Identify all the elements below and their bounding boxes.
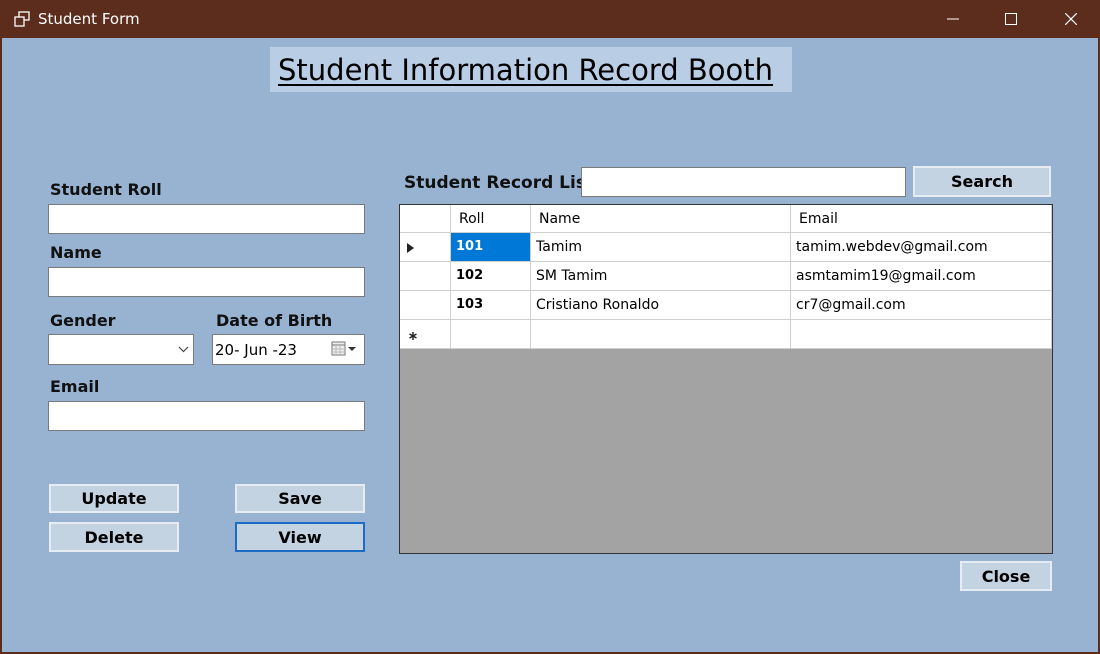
email-label: Email <box>50 377 100 396</box>
row-header[interactable] <box>400 262 451 291</box>
cell-roll[interactable]: 102 <box>451 262 531 291</box>
minimize-icon <box>947 18 959 20</box>
minimize-button[interactable] <box>924 0 982 38</box>
search-button[interactable]: Search <box>913 166 1051 197</box>
row-header[interactable] <box>400 291 451 320</box>
close-icon <box>1065 13 1077 25</box>
table-row[interactable]: 103 Cristiano Ronaldo cr7@gmail.com <box>400 291 1052 320</box>
row-header[interactable] <box>400 320 451 349</box>
window-close-button[interactable] <box>1042 0 1100 38</box>
student-roll-label: Student Roll <box>50 180 162 199</box>
cell-name[interactable]: SM Tamim <box>531 262 791 291</box>
page-title: Student Information Record Booth <box>278 53 774 87</box>
row-header-corner <box>400 205 451 233</box>
title-bar[interactable]: Student Form <box>2 0 1100 38</box>
save-button[interactable]: Save <box>235 484 365 513</box>
dob-value: 20- Jun -23 <box>215 341 297 359</box>
cell-name[interactable]: Cristiano Ronaldo <box>531 291 791 320</box>
dob-label: Date of Birth <box>216 311 333 330</box>
close-button[interactable]: Close <box>960 561 1052 591</box>
student-record-grid[interactable]: Roll Name Email 101 Tamim tamim.webdev@g… <box>399 204 1053 554</box>
column-header-email[interactable]: Email <box>791 205 1052 233</box>
window-title: Student Form <box>38 10 140 28</box>
cell-roll[interactable]: 103 <box>451 291 531 320</box>
name-input[interactable] <box>48 267 365 297</box>
student-roll-input[interactable] <box>48 204 365 234</box>
email-input[interactable] <box>48 401 365 431</box>
cell-email[interactable] <box>791 320 1052 349</box>
new-row[interactable] <box>400 320 1052 349</box>
page-heading: Student Information Record Booth <box>270 47 792 92</box>
cell-email[interactable]: tamim.webdev@gmail.com <box>791 233 1052 262</box>
record-list-label: Student Record List <box>404 173 595 193</box>
cell-roll[interactable]: 101 <box>451 233 531 262</box>
table-row[interactable]: 101 Tamim tamim.webdev@gmail.com <box>400 233 1052 262</box>
calendar-icon[interactable] <box>331 341 357 362</box>
view-button[interactable]: View <box>235 522 365 552</box>
maximize-button[interactable] <box>982 0 1040 38</box>
chevron-down-icon <box>178 346 189 353</box>
table-row[interactable]: 102 SM Tamim asmtamim19@gmail.com <box>400 262 1052 291</box>
cell-name[interactable]: Tamim <box>531 233 791 262</box>
student-form-window: Student Form Student Information Record … <box>0 0 1100 654</box>
delete-button[interactable]: Delete <box>49 522 179 552</box>
date-of-birth-picker[interactable]: 20- Jun -23 <box>212 334 365 365</box>
maximize-icon <box>1005 13 1017 25</box>
current-row-arrow-icon <box>407 243 414 253</box>
search-input[interactable] <box>581 167 906 197</box>
column-header-roll[interactable]: Roll <box>451 205 531 233</box>
column-header-name[interactable]: Name <box>531 205 791 233</box>
grid-header-row: Roll Name Email <box>400 205 1052 233</box>
gender-select[interactable] <box>48 334 194 365</box>
cell-roll[interactable] <box>451 320 531 349</box>
window-restore-icon <box>14 11 30 27</box>
name-label: Name <box>50 243 102 262</box>
update-button[interactable]: Update <box>49 484 179 513</box>
cell-email[interactable]: asmtamim19@gmail.com <box>791 262 1052 291</box>
gender-label: Gender <box>50 311 116 330</box>
new-row-asterisk-icon <box>409 332 417 340</box>
cell-email[interactable]: cr7@gmail.com <box>791 291 1052 320</box>
cell-name[interactable] <box>531 320 791 349</box>
row-header[interactable] <box>400 233 451 262</box>
